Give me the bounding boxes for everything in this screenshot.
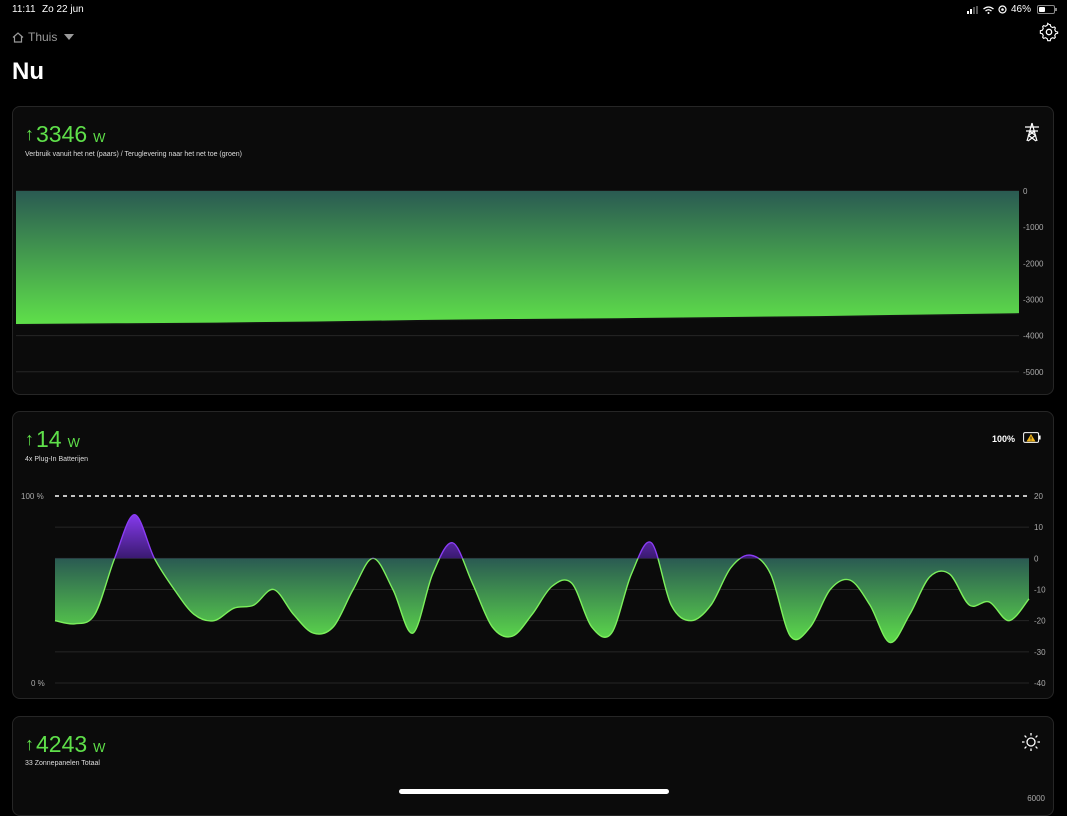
- grid-chart: 0 -1000 -2000 -3000 -4000 -5000: [15, 187, 1044, 377]
- battery-chart: 20 10 0 -10 -20 -30 -40 100 % 0 %: [21, 492, 1046, 688]
- battery-ytick-label: 10: [1034, 523, 1043, 532]
- grid-ytick-label: -4000: [1023, 332, 1044, 341]
- status-bar: 11:11 Zo 22 jun 46%: [0, 0, 1067, 18]
- arrow-up-icon: ↑: [25, 734, 34, 754]
- wifi-icon: [983, 5, 994, 14]
- solar-subtitle: 33 Zonnepanelen Totaal: [25, 760, 100, 767]
- solar-value-number: 4243: [36, 731, 88, 757]
- home-indicator[interactable]: [399, 789, 669, 794]
- battery-ytick-label: -20: [1034, 617, 1046, 626]
- grid-ytick-label: -1000: [1023, 223, 1044, 232]
- battery-ytick-label: -40: [1034, 679, 1046, 688]
- status-indicators: 46%: [966, 4, 1031, 15]
- status-date: Zo 22 jun: [42, 4, 84, 15]
- battery-ytick-label: 20: [1034, 492, 1043, 501]
- page-title: Nu: [12, 58, 44, 85]
- solar-ytick-label: 6000: [1027, 794, 1045, 803]
- home-selector[interactable]: Thuis: [12, 30, 75, 44]
- grid-card[interactable]: ↑ 3346 W Verbruik vanuit het net (paars)…: [12, 106, 1054, 395]
- sun-icon: [1022, 733, 1040, 751]
- grid-ytick-label: -5000: [1023, 368, 1044, 377]
- location-lock-icon: [998, 5, 1007, 14]
- battery-percentage: 46%: [1010, 4, 1031, 15]
- status-time: 11:11: [12, 4, 36, 15]
- battery-area-discharge: [55, 558, 1029, 643]
- battery-ytick-label: -10: [1034, 586, 1046, 595]
- battery-ytick-label: 0: [1034, 554, 1039, 563]
- battery-left-label-top: 100 %: [21, 492, 44, 501]
- home-label: Thuis: [28, 30, 58, 44]
- home-icon: [12, 31, 24, 43]
- signal-icon: [966, 5, 978, 14]
- solar-power-value: ↑ 4243 W: [25, 731, 105, 758]
- gear-icon[interactable]: [1039, 22, 1059, 42]
- solar-value-unit: W: [93, 740, 106, 755]
- grid-ytick-label: 0: [1023, 187, 1028, 196]
- solar-card[interactable]: ↑ 4243 W 33 Zonnepanelen Totaal 6000: [12, 716, 1054, 816]
- grid-ytick-label: -3000: [1023, 295, 1044, 304]
- battery-ytick-label: -30: [1034, 648, 1046, 657]
- battery-icon: [1037, 5, 1057, 14]
- battery-left-label-bottom: 0 %: [31, 679, 45, 688]
- grid-area: [16, 191, 1019, 325]
- grid-ytick-label: -2000: [1023, 259, 1044, 268]
- battery-card[interactable]: ↑ 14 W 4x Plug-In Batterijen 100% 20 10 0-…: [12, 411, 1054, 699]
- chevron-down-icon: [64, 34, 75, 40]
